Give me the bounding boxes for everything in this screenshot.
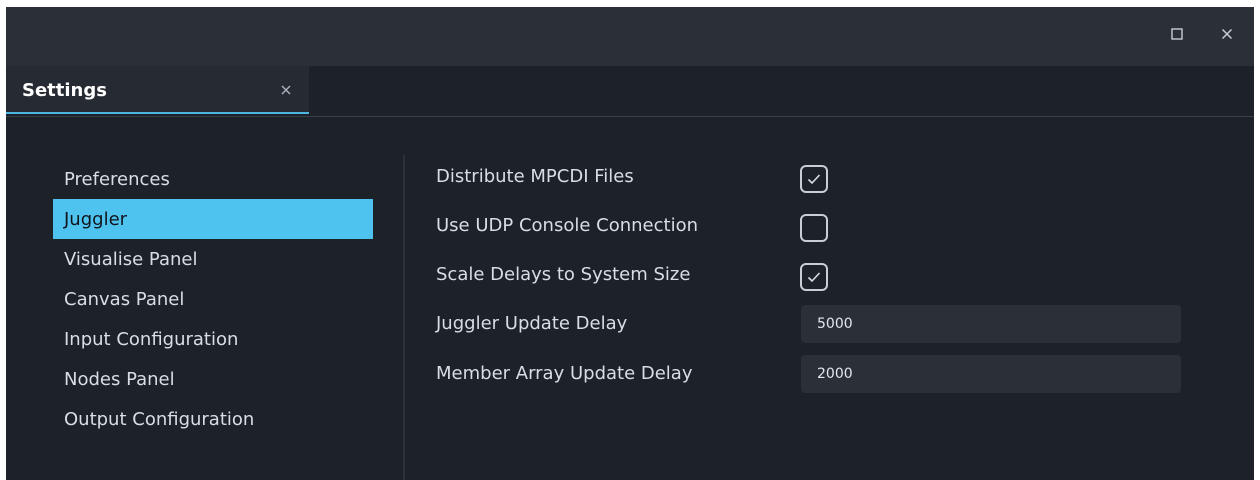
distribute-mpcdi-checkbox[interactable] [800, 165, 828, 193]
settings-window: Settings Preferences Juggler Visualise P… [6, 7, 1254, 480]
sidebar-item-label: Nodes Panel [64, 368, 175, 390]
setting-label: Juggler Update Delay [436, 313, 628, 334]
sidebar-item-canvas-panel[interactable]: Canvas Panel [53, 279, 373, 319]
sidebar-item-label: Output Configuration [64, 408, 255, 430]
sidebar-item-label: Juggler [64, 208, 128, 230]
sidebar-item-preferences[interactable]: Preferences [53, 159, 373, 199]
sidebar-item-output-configuration[interactable]: Output Configuration [53, 399, 373, 439]
close-icon[interactable] [278, 82, 294, 98]
tab-settings[interactable]: Settings [6, 66, 309, 114]
sidebar-item-juggler[interactable]: Juggler [53, 199, 373, 239]
title-bar [6, 7, 1254, 66]
setting-row-distribute-mpcdi: Distribute MPCDI Files [436, 155, 1216, 204]
settings-sidebar: Preferences Juggler Visualise Panel Canv… [53, 159, 373, 439]
setting-row-use-udp: Use UDP Console Connection [436, 204, 1216, 253]
maximize-icon[interactable] [1166, 23, 1188, 45]
tab-strip: Settings [6, 66, 1254, 117]
juggler-settings-panel: Distribute MPCDI Files Use UDP Console C… [436, 155, 1216, 402]
setting-label: Use UDP Console Connection [436, 215, 698, 236]
setting-row-member-array-update-delay: Member Array Update Delay [436, 352, 1216, 402]
sidebar-item-label: Input Configuration [64, 328, 239, 350]
close-icon[interactable] [1216, 23, 1238, 45]
check-icon [807, 272, 821, 283]
sidebar-item-label: Preferences [64, 168, 170, 190]
panel-divider [403, 155, 405, 480]
setting-row-juggler-update-delay: Juggler Update Delay [436, 302, 1216, 352]
sidebar-item-label: Canvas Panel [64, 288, 185, 310]
sidebar-item-nodes-panel[interactable]: Nodes Panel [53, 359, 373, 399]
tab-label: Settings [22, 80, 107, 101]
scale-delays-checkbox[interactable] [800, 263, 828, 291]
sidebar-item-label: Visualise Panel [64, 248, 198, 270]
sidebar-item-visualise-panel[interactable]: Visualise Panel [53, 239, 373, 279]
setting-label: Distribute MPCDI Files [436, 166, 634, 187]
sidebar-item-input-configuration[interactable]: Input Configuration [53, 319, 373, 359]
juggler-update-delay-input[interactable] [801, 305, 1181, 343]
use-udp-checkbox[interactable] [800, 214, 828, 242]
setting-label: Scale Delays to System Size [436, 264, 691, 285]
setting-label: Member Array Update Delay [436, 363, 693, 384]
member-array-update-delay-input[interactable] [801, 355, 1181, 393]
setting-row-scale-delays: Scale Delays to System Size [436, 253, 1216, 302]
check-icon [807, 174, 821, 185]
